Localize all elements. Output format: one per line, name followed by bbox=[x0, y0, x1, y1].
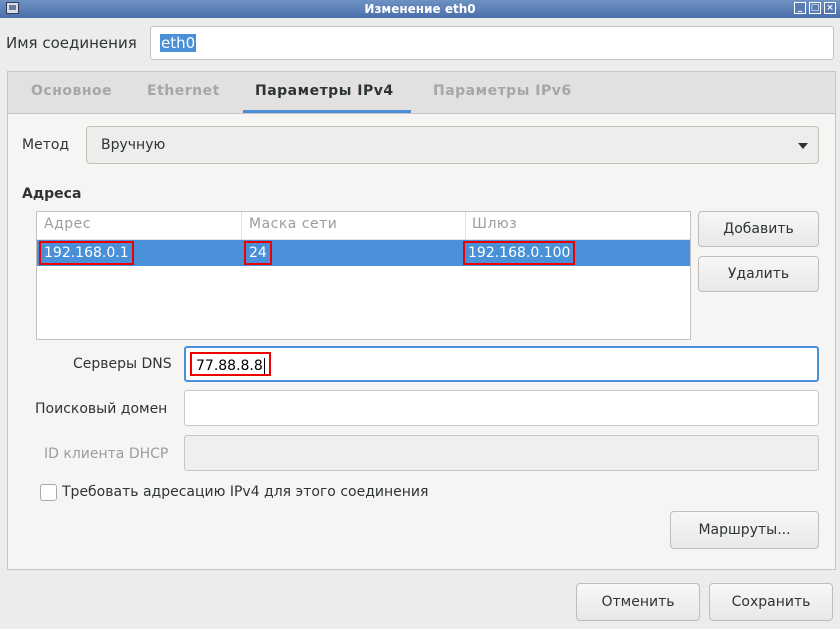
connection-name-label: Имя соединения bbox=[6, 34, 137, 52]
dns-servers-input[interactable]: 77.88.8.8 bbox=[184, 346, 819, 382]
tab-bar: Основное Ethernet Параметры IPv4 Парамет… bbox=[8, 72, 835, 114]
tab-ethernet[interactable]: Ethernet bbox=[147, 83, 220, 99]
cancel-button[interactable]: Отменить bbox=[576, 583, 700, 621]
settings-notebook: Основное Ethernet Параметры IPv4 Парамет… bbox=[7, 71, 836, 570]
column-header-address[interactable]: Адрес bbox=[44, 216, 91, 232]
addresses-heading: Адреса bbox=[22, 186, 82, 202]
column-header-netmask[interactable]: Маска сети bbox=[249, 216, 337, 232]
column-header-gateway[interactable]: Шлюз bbox=[472, 216, 517, 232]
require-ipv4-label[interactable]: Требовать адресацию IPv4 для этого соеди… bbox=[62, 484, 428, 500]
chevron-down-icon bbox=[798, 143, 808, 149]
app-icon[interactable] bbox=[6, 2, 19, 14]
method-label: Метод bbox=[22, 137, 70, 153]
maximize-icon[interactable]: □ bbox=[809, 2, 821, 14]
tab-ipv4-settings[interactable]: Параметры IPv4 bbox=[255, 83, 394, 99]
column-separator bbox=[241, 212, 242, 239]
method-value: Вручную bbox=[101, 137, 166, 153]
close-icon[interactable]: × bbox=[824, 2, 836, 14]
cell-gateway[interactable]: 192.168.0.100 bbox=[462, 241, 576, 265]
search-domain-input[interactable] bbox=[184, 390, 819, 426]
window-title: Изменение eth0 bbox=[364, 2, 476, 16]
text-caret bbox=[263, 358, 265, 374]
delete-address-button[interactable]: Удалить bbox=[698, 256, 819, 292]
connection-name-value: eth0 bbox=[160, 34, 197, 52]
active-tab-indicator bbox=[243, 110, 411, 113]
dhcp-client-id-label: ID клиента DHCP bbox=[44, 446, 169, 462]
add-address-button[interactable]: Добавить bbox=[698, 211, 819, 247]
routes-button[interactable]: Маршруты... bbox=[670, 511, 819, 549]
save-button[interactable]: Сохранить bbox=[709, 583, 833, 621]
addresses-table[interactable]: Адрес Маска сети Шлюз 192.168.0.1 24 192… bbox=[36, 211, 691, 340]
tab-general[interactable]: Основное bbox=[31, 83, 112, 99]
minimize-icon[interactable]: _ bbox=[794, 2, 806, 14]
method-dropdown[interactable]: Вручную bbox=[86, 126, 819, 164]
window-titlebar[interactable]: Изменение eth0 _ □ × bbox=[0, 0, 840, 18]
search-domain-label: Поисковый домен bbox=[35, 401, 168, 417]
connection-name-input[interactable]: eth0 bbox=[150, 26, 834, 60]
tab-ipv6-settings[interactable]: Параметры IPv6 bbox=[433, 83, 572, 99]
window-controls: _ □ × bbox=[794, 2, 836, 14]
dns-servers-label: Серверы DNS bbox=[73, 356, 172, 372]
cell-address[interactable]: 192.168.0.1 bbox=[39, 241, 134, 265]
dns-servers-value: 77.88.8.8 bbox=[190, 352, 271, 376]
table-row[interactable]: 192.168.0.1 24 192.168.0.100 bbox=[37, 240, 690, 266]
dhcp-client-id-input[interactable] bbox=[184, 435, 819, 471]
column-separator bbox=[465, 212, 466, 239]
cell-netmask[interactable]: 24 bbox=[244, 241, 272, 265]
require-ipv4-checkbox[interactable] bbox=[40, 484, 57, 501]
